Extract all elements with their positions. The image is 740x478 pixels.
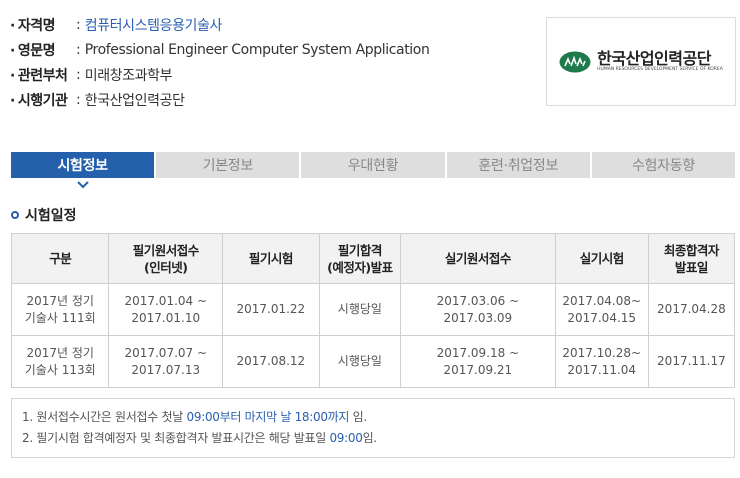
table-cell: 2017년 정기기술사 113회 xyxy=(10,335,110,388)
table-cell: 2017.10.28~ 2017.11.04 xyxy=(554,335,649,388)
cell-text: 2017.09.18 ~ 2017.09.21 xyxy=(436,345,520,377)
table-cell: 2017.01.04 ~ 2017.01.10 xyxy=(108,283,224,336)
note-text: 1. 원서접수시간은 원서접수 첫날 xyxy=(22,410,187,424)
section-title: 시험일정 xyxy=(11,205,77,225)
info-label: 영문명 xyxy=(10,40,74,60)
note-text: 임. xyxy=(349,410,368,424)
table-cell: 2017.09.18 ~ 2017.09.21 xyxy=(400,335,556,388)
tab-3[interactable]: 우대현황 xyxy=(301,152,447,178)
table-cell: 시행당일 xyxy=(318,283,402,336)
cell-text: 2017.10.28~ xyxy=(562,345,642,360)
column-header-text: (예정자)발표 xyxy=(327,259,393,275)
info-colon: : xyxy=(76,66,81,83)
column-header-text: 실기원서접수 xyxy=(444,251,512,266)
column-header: 필기원서접수 (인터넷) xyxy=(108,233,224,284)
note-text: 임. xyxy=(362,431,378,445)
note-item: 1. 원서접수시간은 원서접수 첫날 09:00부터 마지막 날 18:00까지… xyxy=(22,407,724,428)
info-row: 영문명:Professional Engineer Computer Syste… xyxy=(10,37,430,62)
cell-text: 2017.01.22 xyxy=(236,302,306,316)
column-header-text: 필기원서접수 xyxy=(132,242,200,258)
info-value: 한국산업인력공단 xyxy=(84,92,185,109)
tab-bar: 시험정보 기본정보 우대현황 훈련·취업정보 수험자동향 xyxy=(11,152,736,178)
exam-schedule-table: 구분 필기원서접수 (인터넷) 필기시험 필기합격 (예정자)발표 실기원서접수 실기시험 최종… xyxy=(10,233,736,388)
chevron-down-icon xyxy=(77,181,89,189)
tab-1[interactable]: 시험정보 xyxy=(11,152,157,178)
qualification-name-link[interactable]: 컴퓨터시스템응용기술사 xyxy=(85,15,223,35)
info-colon: : xyxy=(76,41,81,58)
column-header: 실기시험 xyxy=(554,233,649,284)
cell-text: 2017.07.13 xyxy=(131,362,201,377)
info-label: 관련부처 xyxy=(10,65,74,85)
info-label: 자격명 xyxy=(10,15,74,35)
info-value: 미래창조과학부 xyxy=(84,67,173,84)
column-header-text: 구분 xyxy=(49,251,72,266)
cell-text: 기술사 113회 xyxy=(24,362,96,377)
info-row: 시행기관:한국산업인력공단 xyxy=(10,87,429,112)
note-text: 2. 필기시험 합격예정자 및 최종합격자 발표시간은 해당 발표일 xyxy=(22,431,330,445)
column-header-text: 최종합격자 xyxy=(663,242,720,258)
cell-text: 2017.11.17 xyxy=(657,354,726,368)
hrdk-logo-icon xyxy=(559,51,591,72)
cell-text: 2017.03.06 ~ 2017.03.09 xyxy=(436,293,520,325)
cell-text: 2017년 정기 xyxy=(26,345,94,360)
table-cell: 2017.04.08~ 2017.04.15 xyxy=(554,283,649,336)
column-header-text: 발표일 xyxy=(674,259,709,275)
table-row: 2017년 정기 기술사 111회 2017.01.04 ~2017.01.10 20… xyxy=(10,283,736,336)
column-header: 실기원서접수 xyxy=(400,233,556,284)
cell-text: 시행당일 xyxy=(337,302,382,316)
table-cell: 2017.11.17 xyxy=(647,335,736,388)
section-title-text: 시험일정 xyxy=(25,208,77,224)
tab-2[interactable]: 기본정보 xyxy=(156,152,302,178)
cell-text: 2017.01.04 ~ xyxy=(124,293,208,308)
note-item: 2. 필기시험 합격예정자 및 최종합격자 발표시간은 해당 발표일 09:00… xyxy=(22,428,724,449)
table-cell: 2017.04.28 xyxy=(647,283,736,336)
note-highlight: 09:00 xyxy=(329,431,363,445)
cell-text: 2017.04.15 xyxy=(567,310,637,325)
cell-text: 2017.04.08~ xyxy=(562,293,642,308)
cell-text: 2017.08.12 xyxy=(236,354,306,368)
table-cell: 2017.08.12 xyxy=(222,335,320,388)
info-row: 자격명:컴퓨터시스템응용기술사 xyxy=(10,12,429,37)
hrdk-logo: 한국산업인력공단 HUMAN RESOURCES DEVELOPMENT SER… xyxy=(546,17,736,106)
column-header-text: 필기합격 xyxy=(337,242,383,258)
column-header-text: (인터넷) xyxy=(144,259,188,275)
tab-5[interactable]: 수험자동향 xyxy=(591,152,736,178)
column-header: 필기시험 xyxy=(222,233,320,284)
cell-text: 2017년 정기 xyxy=(26,293,94,308)
logo-korean-text: 한국산업인력공단 xyxy=(597,48,711,68)
table-cell: 2017.07.07 ~ 2017.07.13 xyxy=(108,335,224,388)
column-header: 필기합격 (예정자)발표 xyxy=(318,233,402,284)
cell-text: 기술사 111회 xyxy=(24,310,96,325)
table-header-row: 구분 필기원서접수 (인터넷) 필기시험 필기합격 (예정자)발표 실기원서접수 실기시험 최종… xyxy=(10,233,736,284)
column-header: 구분 xyxy=(10,233,110,284)
qualification-info: 자격명:컴퓨터시스템응용기술사영문명:Professional Engineer… xyxy=(10,12,430,112)
cell-text: 2017.07.07 ~ xyxy=(124,345,208,360)
table-cell: 2017년 정기기술사 111회 xyxy=(10,283,110,336)
info-label: 시행기관 xyxy=(10,90,74,110)
bullet-ring-icon xyxy=(11,211,19,219)
column-header: 최종합격자 발표일 xyxy=(647,233,736,284)
notes-box: 1. 원서접수시간은 원서접수 첫날 09:00부터 마지막 날 18:00까지… xyxy=(11,398,735,458)
info-row: 관련부처:미래창조과학부 xyxy=(10,62,429,87)
info-value: Professional Engineer Computer System Ap… xyxy=(84,41,430,58)
cell-text: 2017.11.04 xyxy=(567,362,637,377)
cell-text: 시행당일 xyxy=(337,354,382,368)
note-highlight: 09:00부터 마지막 날 18:00까지 xyxy=(186,410,350,424)
logo-english-text: HUMAN RESOURCES DEVELOPMENT SERVICE OF K… xyxy=(597,66,723,72)
info-colon: : xyxy=(76,16,81,33)
table-cell: 2017.01.22 xyxy=(222,283,320,336)
cell-text: 2017.04.28 xyxy=(657,302,726,316)
info-colon: : xyxy=(76,91,81,108)
column-header-text: 필기시험 xyxy=(248,251,294,266)
column-header-text: 실기시험 xyxy=(579,251,625,266)
cell-text: 2017.01.10 xyxy=(131,310,201,325)
tab-4[interactable]: 훈련·취업정보 xyxy=(446,152,592,178)
table-cell: 시행당일 xyxy=(318,335,402,388)
table-cell: 2017.03.06 ~ 2017.03.09 xyxy=(400,283,556,336)
table-row: 2017년 정기 기술사 113회 2017.07.07 ~2017.07.13 20… xyxy=(10,335,736,388)
